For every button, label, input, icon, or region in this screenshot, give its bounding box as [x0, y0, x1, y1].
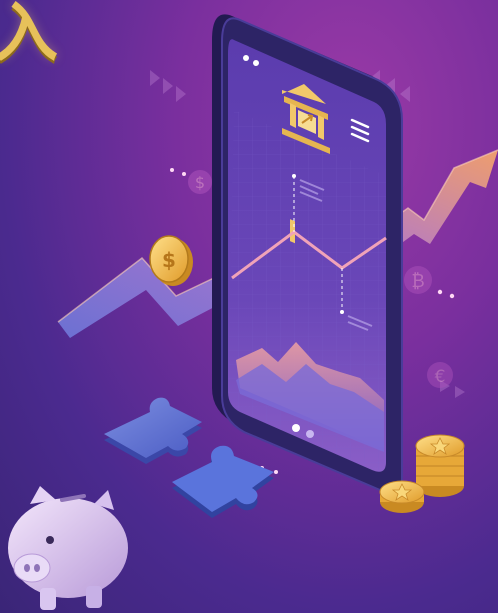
- svg-text:$: $: [162, 248, 176, 272]
- euro-icon: €: [427, 362, 453, 388]
- svg-text:₿: ₿: [411, 271, 424, 292]
- svg-text:€: €: [435, 367, 446, 387]
- piggy-bank: [8, 486, 128, 610]
- smartphone: [212, 14, 403, 494]
- finance-illustration: $ ₿ € $: [8, 14, 498, 610]
- dollar-icon: $: [188, 170, 212, 194]
- bitcoin-icon: ₿: [404, 266, 432, 294]
- svg-text:$: $: [195, 173, 205, 192]
- puzzle-piece-right: [172, 445, 274, 518]
- illustration-canvas: 入 $ ₿ € $: [0, 0, 498, 613]
- puzzle-piece-left: [104, 397, 202, 464]
